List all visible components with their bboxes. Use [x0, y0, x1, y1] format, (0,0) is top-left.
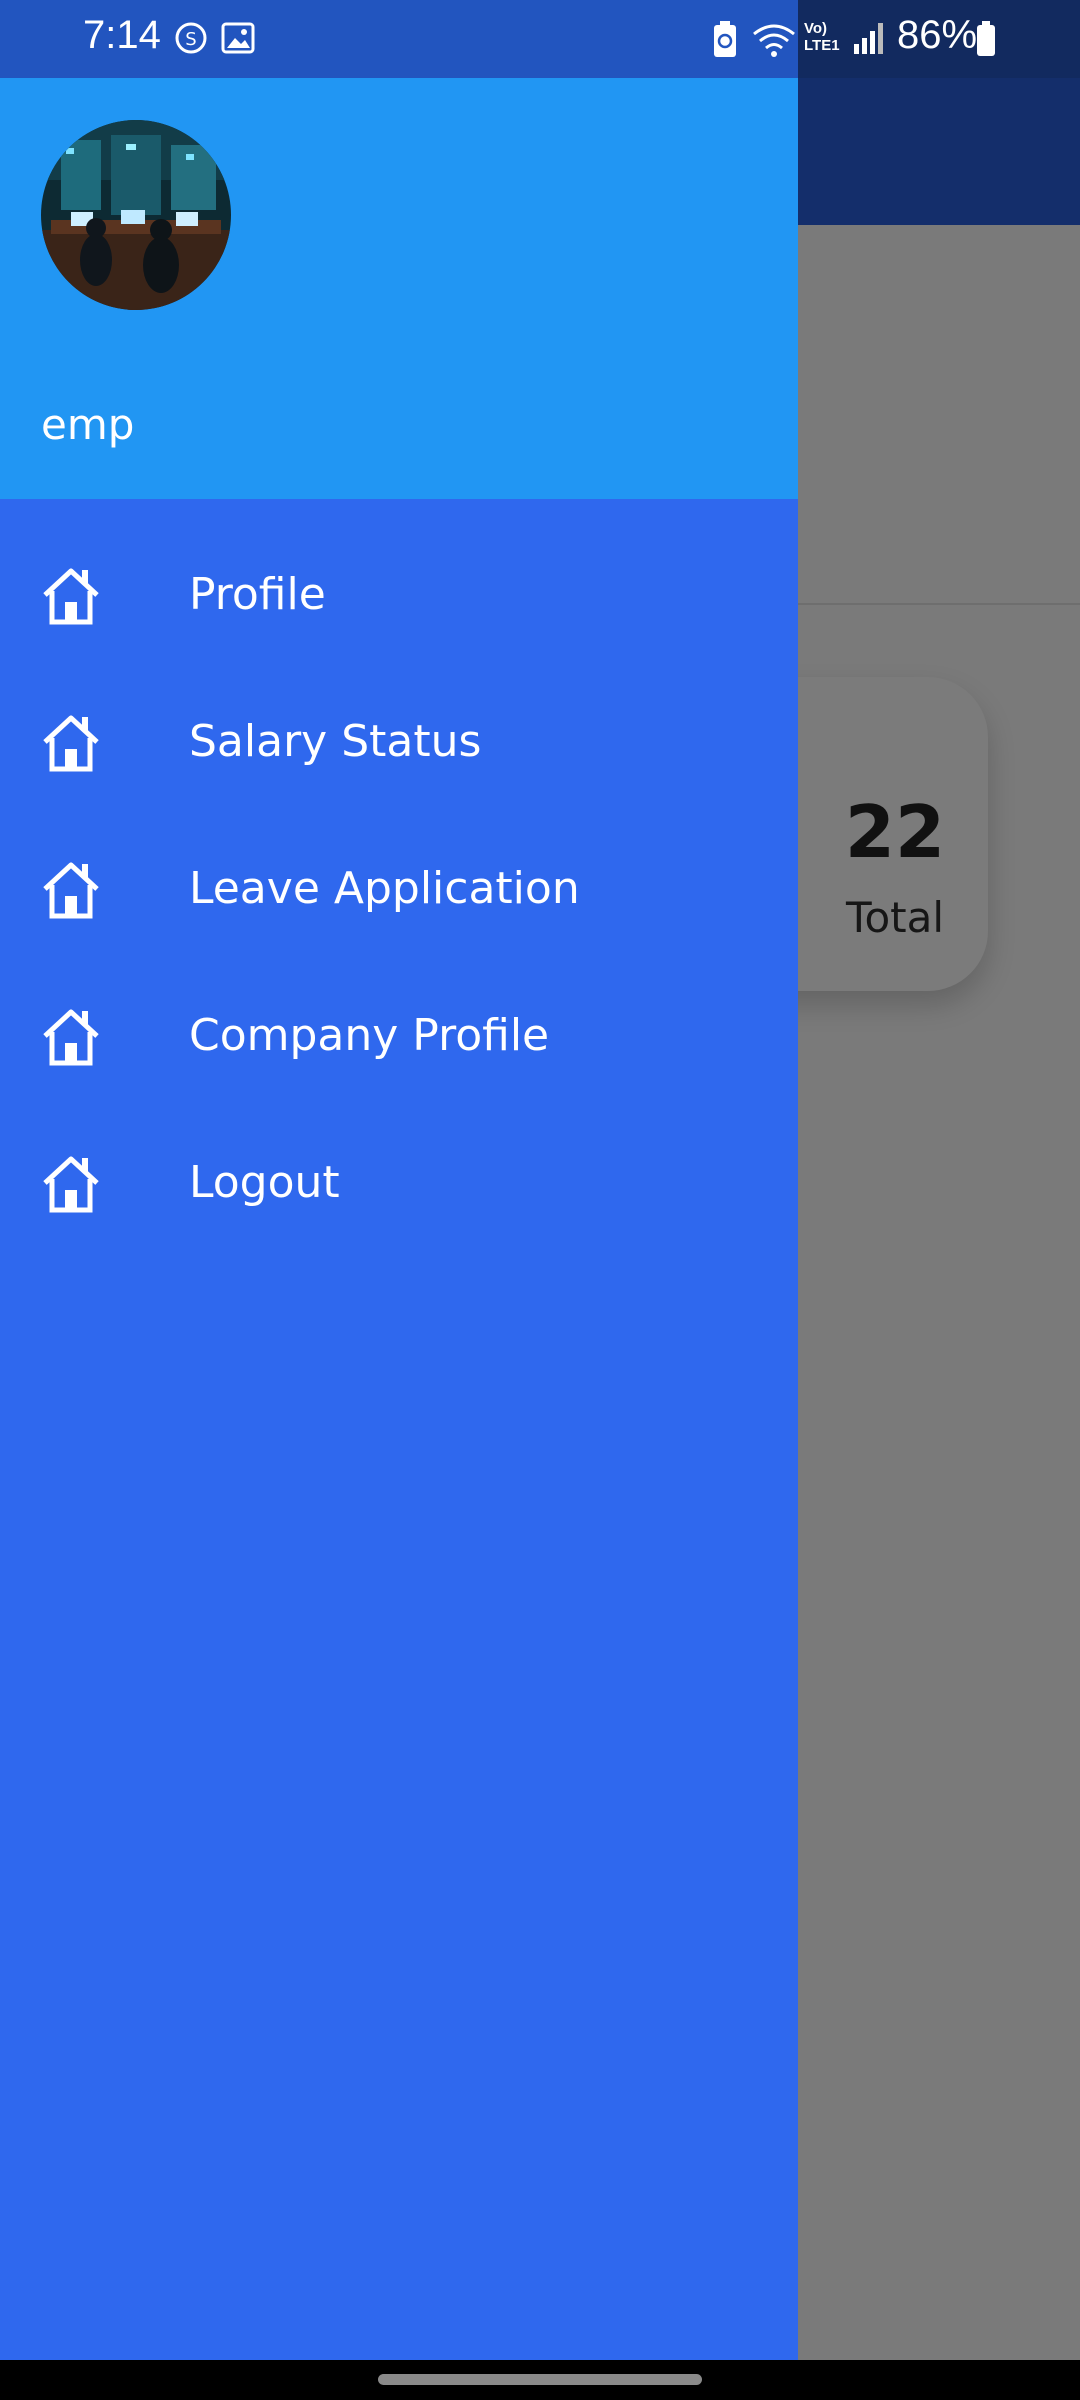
- battery-saver-icon: [710, 20, 742, 64]
- menu-item-label: Logout: [189, 1157, 340, 1208]
- home-icon: [40, 712, 102, 774]
- status-bar: 7:14 S Vo) LTE1 86%: [0, 0, 1080, 78]
- menu-item-label: Profile: [189, 569, 326, 620]
- menu-item-logout[interactable]: Logout: [0, 1111, 798, 1251]
- home-icon: [40, 565, 102, 627]
- svg-text:S: S: [185, 29, 196, 50]
- avatar[interactable]: [41, 120, 231, 310]
- home-icon: [40, 859, 102, 921]
- menu-item-profile[interactable]: Profile: [0, 523, 798, 663]
- total-label: Total: [845, 893, 945, 942]
- battery-icon: [975, 20, 997, 62]
- menu-item-label: Leave Application: [189, 863, 580, 914]
- sync-icon: S: [173, 20, 209, 60]
- wifi-icon: [752, 20, 796, 64]
- menu-item-company-profile[interactable]: Company Profile: [0, 964, 798, 1104]
- status-time: 7:14: [83, 13, 161, 57]
- signal-icon: [852, 20, 886, 60]
- navigation-drawer: emp Profile Salary Status Leave Applicat…: [0, 78, 798, 2360]
- home-icon: [40, 1153, 102, 1215]
- home-icon: [40, 1006, 102, 1068]
- home-gesture-handle[interactable]: [378, 2374, 702, 2385]
- menu-item-label: Company Profile: [189, 1010, 550, 1061]
- menu-item-leave-application[interactable]: Leave Application: [0, 817, 798, 957]
- gallery-icon: [220, 20, 256, 60]
- network-type-label: Vo) LTE1: [804, 20, 840, 54]
- drawer-header: emp: [0, 78, 798, 499]
- menu-item-salary-status[interactable]: Salary Status: [0, 670, 798, 810]
- menu-item-label: Salary Status: [189, 716, 482, 767]
- total-count: 22: [844, 790, 946, 874]
- username: emp: [41, 400, 135, 449]
- battery-percentage: 86%: [897, 13, 978, 57]
